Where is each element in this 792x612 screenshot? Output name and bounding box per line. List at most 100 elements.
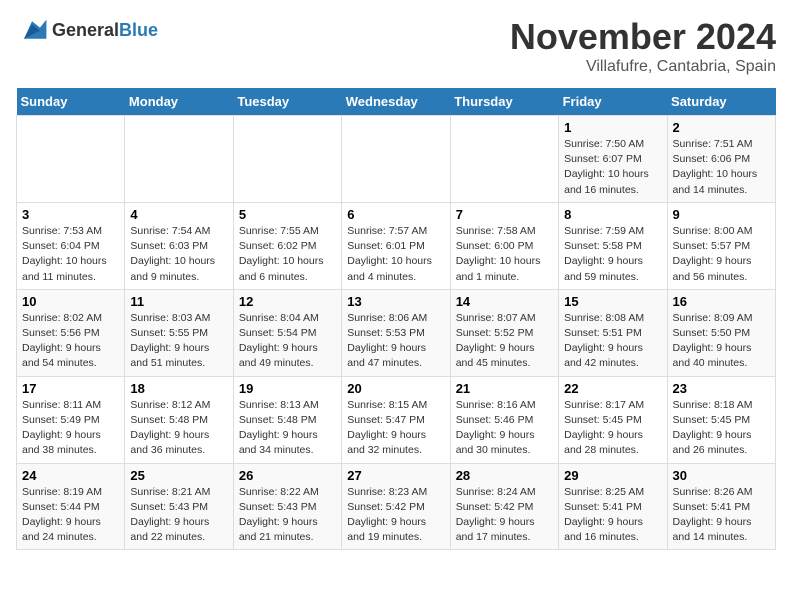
day-number: 10 <box>22 294 119 309</box>
header-day-wednesday: Wednesday <box>342 88 450 116</box>
day-info: Sunrise: 7:57 AM Sunset: 6:01 PM Dayligh… <box>347 224 444 285</box>
day-cell: 19 Sunrise: 8:13 AM Sunset: 5:48 PM Dayli… <box>233 376 341 463</box>
day-cell <box>233 116 341 203</box>
day-number: 5 <box>239 207 336 222</box>
day-number: 11 <box>130 294 227 309</box>
day-number: 2 <box>673 120 770 135</box>
day-cell: 26 Sunrise: 8:22 AM Sunset: 5:43 PM Dayli… <box>233 463 341 550</box>
day-info: Sunrise: 8:21 AM Sunset: 5:43 PM Dayligh… <box>130 485 227 546</box>
header-day-friday: Friday <box>559 88 667 116</box>
day-cell: 29 Sunrise: 8:25 AM Sunset: 5:41 PM Dayli… <box>559 463 667 550</box>
day-cell <box>125 116 233 203</box>
day-info: Sunrise: 8:02 AM Sunset: 5:56 PM Dayligh… <box>22 311 119 372</box>
week-row-5: 24 Sunrise: 8:19 AM Sunset: 5:44 PM Dayli… <box>17 463 776 550</box>
day-info: Sunrise: 8:12 AM Sunset: 5:48 PM Dayligh… <box>130 398 227 459</box>
day-cell: 25 Sunrise: 8:21 AM Sunset: 5:43 PM Dayli… <box>125 463 233 550</box>
day-info: Sunrise: 8:26 AM Sunset: 5:41 PM Dayligh… <box>673 485 770 546</box>
header-day-tuesday: Tuesday <box>233 88 341 116</box>
day-number: 16 <box>673 294 770 309</box>
day-cell <box>342 116 450 203</box>
calendar-header: SundayMondayTuesdayWednesdayThursdayFrid… <box>17 88 776 116</box>
logo: GeneralBlue <box>16 16 158 44</box>
header-day-sunday: Sunday <box>17 88 125 116</box>
day-info: Sunrise: 8:03 AM Sunset: 5:55 PM Dayligh… <box>130 311 227 372</box>
day-info: Sunrise: 8:23 AM Sunset: 5:42 PM Dayligh… <box>347 485 444 546</box>
day-info: Sunrise: 8:13 AM Sunset: 5:48 PM Dayligh… <box>239 398 336 459</box>
day-number: 28 <box>456 468 553 483</box>
day-cell: 16 Sunrise: 8:09 AM Sunset: 5:50 PM Dayli… <box>667 289 775 376</box>
day-cell: 1 Sunrise: 7:50 AM Sunset: 6:07 PM Daylig… <box>559 116 667 203</box>
day-cell: 12 Sunrise: 8:04 AM Sunset: 5:54 PM Dayli… <box>233 289 341 376</box>
day-number: 15 <box>564 294 661 309</box>
week-row-3: 10 Sunrise: 8:02 AM Sunset: 5:56 PM Dayli… <box>17 289 776 376</box>
day-number: 7 <box>456 207 553 222</box>
day-number: 24 <box>22 468 119 483</box>
day-cell <box>450 116 558 203</box>
header-row: SundayMondayTuesdayWednesdayThursdayFrid… <box>17 88 776 116</box>
location-title: Villafufre, Cantabria, Spain <box>510 58 776 76</box>
day-info: Sunrise: 7:59 AM Sunset: 5:58 PM Dayligh… <box>564 224 661 285</box>
day-number: 3 <box>22 207 119 222</box>
day-info: Sunrise: 8:04 AM Sunset: 5:54 PM Dayligh… <box>239 311 336 372</box>
day-info: Sunrise: 8:22 AM Sunset: 5:43 PM Dayligh… <box>239 485 336 546</box>
day-number: 26 <box>239 468 336 483</box>
day-number: 4 <box>130 207 227 222</box>
day-info: Sunrise: 7:53 AM Sunset: 6:04 PM Dayligh… <box>22 224 119 285</box>
day-number: 1 <box>564 120 661 135</box>
day-number: 12 <box>239 294 336 309</box>
day-cell: 9 Sunrise: 8:00 AM Sunset: 5:57 PM Daylig… <box>667 202 775 289</box>
day-cell: 10 Sunrise: 8:02 AM Sunset: 5:56 PM Dayli… <box>17 289 125 376</box>
day-cell: 28 Sunrise: 8:24 AM Sunset: 5:42 PM Dayli… <box>450 463 558 550</box>
day-info: Sunrise: 8:06 AM Sunset: 5:53 PM Dayligh… <box>347 311 444 372</box>
logo-general: General <box>52 20 119 40</box>
day-number: 19 <box>239 381 336 396</box>
day-info: Sunrise: 7:50 AM Sunset: 6:07 PM Dayligh… <box>564 137 661 198</box>
day-number: 29 <box>564 468 661 483</box>
day-number: 8 <box>564 207 661 222</box>
day-info: Sunrise: 8:16 AM Sunset: 5:46 PM Dayligh… <box>456 398 553 459</box>
day-cell: 27 Sunrise: 8:23 AM Sunset: 5:42 PM Dayli… <box>342 463 450 550</box>
logo-text: GeneralBlue <box>52 20 158 41</box>
day-cell: 23Sunrise: 8:18 AM Sunset: 5:45 PM Dayli… <box>667 376 775 463</box>
day-info: Sunrise: 8:24 AM Sunset: 5:42 PM Dayligh… <box>456 485 553 546</box>
day-info: Sunrise: 7:51 AM Sunset: 6:06 PM Dayligh… <box>673 137 770 198</box>
day-number: 17 <box>22 381 119 396</box>
week-row-2: 3 Sunrise: 7:53 AM Sunset: 6:04 PM Daylig… <box>17 202 776 289</box>
day-number: 27 <box>347 468 444 483</box>
day-info: Sunrise: 8:11 AM Sunset: 5:49 PM Dayligh… <box>22 398 119 459</box>
day-cell: 20Sunrise: 8:15 AM Sunset: 5:47 PM Dayli… <box>342 376 450 463</box>
day-info: Sunrise: 8:19 AM Sunset: 5:44 PM Dayligh… <box>22 485 119 546</box>
day-number: 25 <box>130 468 227 483</box>
month-title: November 2024 <box>510 16 776 58</box>
day-cell: 5Sunrise: 7:55 AM Sunset: 6:02 PM Daylig… <box>233 202 341 289</box>
day-info: Sunrise: 8:00 AM Sunset: 5:57 PM Dayligh… <box>673 224 770 285</box>
calendar-table: SundayMondayTuesdayWednesdayThursdayFrid… <box>16 88 776 550</box>
day-cell: 4 Sunrise: 7:54 AM Sunset: 6:03 PM Daylig… <box>125 202 233 289</box>
day-info: Sunrise: 8:07 AM Sunset: 5:52 PM Dayligh… <box>456 311 553 372</box>
day-number: 22 <box>564 381 661 396</box>
day-number: 9 <box>673 207 770 222</box>
day-info: Sunrise: 8:25 AM Sunset: 5:41 PM Dayligh… <box>564 485 661 546</box>
header-day-monday: Monday <box>125 88 233 116</box>
day-cell: 21 Sunrise: 8:16 AM Sunset: 5:46 PM Dayli… <box>450 376 558 463</box>
day-cell: 18Sunrise: 8:12 AM Sunset: 5:48 PM Dayli… <box>125 376 233 463</box>
day-info: Sunrise: 7:58 AM Sunset: 6:00 PM Dayligh… <box>456 224 553 285</box>
day-number: 6 <box>347 207 444 222</box>
day-info: Sunrise: 7:54 AM Sunset: 6:03 PM Dayligh… <box>130 224 227 285</box>
day-cell: 2 Sunrise: 7:51 AM Sunset: 6:06 PM Daylig… <box>667 116 775 203</box>
day-number: 21 <box>456 381 553 396</box>
day-cell: 6 Sunrise: 7:57 AM Sunset: 6:01 PM Daylig… <box>342 202 450 289</box>
day-number: 14 <box>456 294 553 309</box>
header-day-thursday: Thursday <box>450 88 558 116</box>
day-cell: 15 Sunrise: 8:08 AM Sunset: 5:51 PM Dayli… <box>559 289 667 376</box>
day-info: Sunrise: 8:09 AM Sunset: 5:50 PM Dayligh… <box>673 311 770 372</box>
page-header: GeneralBlue November 2024 Villafufre, Ca… <box>16 16 776 76</box>
day-cell: 22Sunrise: 8:17 AM Sunset: 5:45 PM Dayli… <box>559 376 667 463</box>
day-cell: 11 Sunrise: 8:03 AM Sunset: 5:55 PM Dayli… <box>125 289 233 376</box>
day-info: Sunrise: 8:18 AM Sunset: 5:45 PM Dayligh… <box>673 398 770 459</box>
day-cell: 3 Sunrise: 7:53 AM Sunset: 6:04 PM Daylig… <box>17 202 125 289</box>
day-info: Sunrise: 8:08 AM Sunset: 5:51 PM Dayligh… <box>564 311 661 372</box>
week-row-4: 17 Sunrise: 8:11 AM Sunset: 5:49 PM Dayli… <box>17 376 776 463</box>
header-day-saturday: Saturday <box>667 88 775 116</box>
day-number: 13 <box>347 294 444 309</box>
